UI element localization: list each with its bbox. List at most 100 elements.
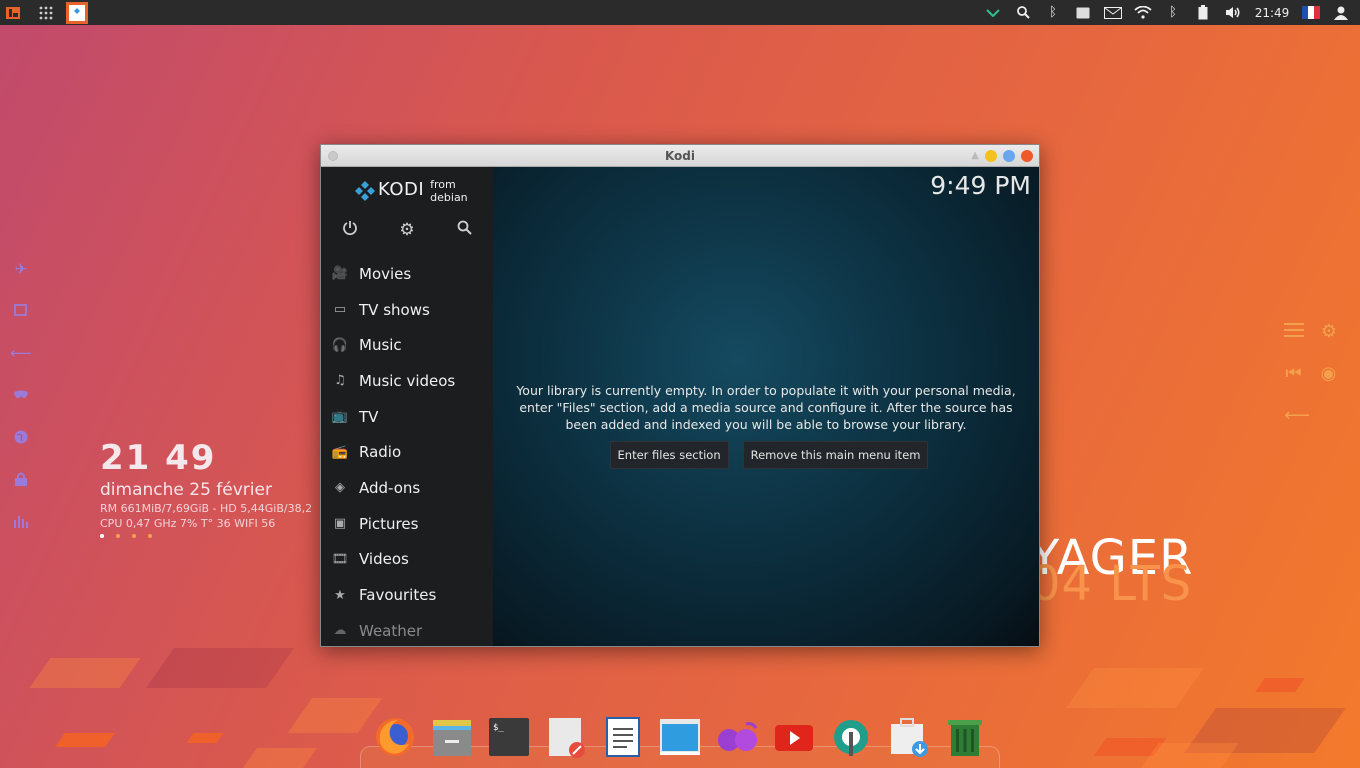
addons-icon: ◈ [335, 480, 345, 496]
widget-ram-disk: RM 661MiB/7,69GiB - HD 5,44GiB/38,2 [100, 502, 313, 515]
stats-icon[interactable] [10, 500, 32, 542]
bluetooth-icon[interactable]: ᛒ [1038, 0, 1068, 25]
grid-apps-icon[interactable] [33, 0, 58, 25]
settings-gear-icon[interactable]: ⚙ [378, 220, 435, 240]
battery-icon[interactable] [1188, 0, 1218, 25]
menu-item-weather[interactable]: ☁ Weather [321, 613, 493, 649]
text-editor-icon[interactable] [545, 716, 587, 758]
widget-date: dimanche 25 février [100, 480, 272, 500]
kodi-sidebar: KODI from debian ⚙ 🎥 Movies ▭ TV shows 🎧 Mu… [321, 167, 493, 646]
widget-cpu-wifi: CPU 0,47 GHz 7% T° 36 WIFI 56 [100, 517, 276, 530]
dock: $_ [360, 712, 1000, 768]
desktop-clock-widget: 21 49 dimanche 25 février RM 661MiB/7,69… [100, 438, 312, 538]
chevron-down-icon[interactable] [978, 0, 1008, 25]
favourites-icon: ★ [334, 587, 346, 603]
wifi-icon[interactable] [1128, 0, 1158, 25]
kodi-search-icon[interactable] [436, 220, 493, 240]
globe-icon[interactable] [10, 416, 32, 458]
menu-item-label: Radio [359, 443, 402, 462]
enter-files-button[interactable]: Enter files section [609, 441, 729, 469]
menu-item-movies[interactable]: 🎥 Movies [321, 256, 493, 292]
file-manager-icon[interactable] [431, 716, 473, 758]
airplane-icon[interactable]: ✈ [10, 248, 32, 290]
search-icon[interactable] [1008, 0, 1038, 25]
left-launcher: ✈ ⟵ [10, 248, 32, 542]
tv-icon: 📺 [331, 409, 349, 425]
menu-item-label: TV shows [359, 300, 430, 319]
menu-item-label: Music videos [359, 371, 456, 390]
remove-menu-item-button[interactable]: Remove this main menu item [742, 441, 929, 469]
minimize-button[interactable] [985, 149, 997, 162]
screenshot-icon[interactable] [659, 716, 701, 758]
kodi-logo: KODI from debian [321, 167, 493, 211]
close-button[interactable] [1021, 149, 1033, 162]
settings-icon[interactable] [830, 716, 872, 758]
music-icon: 🎧 [331, 337, 349, 353]
menu-item-music[interactable]: 🎧 Music [321, 327, 493, 363]
right-launcher: ⚙ ⏮ ◉ ⟵ [1284, 310, 1354, 436]
youtube-icon[interactable] [773, 716, 815, 758]
widget-page-dots [100, 534, 312, 538]
menu-item-tv-shows[interactable]: ▭ TV shows [321, 292, 493, 328]
menu-item-favourites[interactable]: ★ Favourites [321, 577, 493, 613]
menu-item-label: Pictures [359, 514, 419, 533]
power-icon[interactable] [321, 220, 378, 241]
skip-back-icon[interactable]: ⏮ [1284, 363, 1303, 384]
tablet-icon[interactable] [1068, 0, 1098, 25]
radio-icon: 📻 [331, 444, 349, 460]
videos-icon: 🎞 [331, 551, 349, 567]
back-arrow-icon[interactable]: ⟵ [1284, 405, 1310, 426]
menu-item-label: Music [359, 336, 402, 355]
keep-above-icon[interactable]: ▲ [971, 150, 979, 161]
panel-clock[interactable]: 21:49 [1248, 6, 1296, 20]
firefox-icon[interactable] [374, 716, 416, 758]
menu-item-label: Add-ons [359, 478, 421, 497]
music-videos-icon: ♫ [334, 373, 346, 389]
top-panel: ᛒ ᛒ 21:49 [0, 0, 1360, 25]
gear-icon[interactable]: ⚙ [1320, 321, 1338, 342]
widget-time: 21 49 [100, 438, 217, 478]
weather-icon: ☁ [333, 623, 347, 639]
lock-icon[interactable] [10, 458, 32, 500]
empty-library-message: Your library is currently empty. In orde… [516, 383, 1016, 432]
movies-icon: 🎥 [331, 266, 349, 282]
mail-icon[interactable] [1098, 0, 1128, 25]
menu-item-pictures[interactable]: ▣ Pictures [321, 506, 493, 542]
kodi-content-area: 9:49 PM Your library is currently empty.… [493, 167, 1039, 646]
user-icon[interactable] [1326, 0, 1356, 25]
eye-icon[interactable]: ◉ [1319, 363, 1338, 384]
kodi-logo-name: KODI [378, 178, 425, 200]
menu-lines-icon[interactable] [1284, 321, 1304, 342]
maximize-button[interactable] [1003, 149, 1015, 162]
menu-item-label: TV [359, 407, 379, 426]
window-icon[interactable] [10, 290, 32, 332]
window-titlebar[interactable]: Kodi ▲ [321, 145, 1039, 167]
menu-item-radio[interactable]: 📻 Radio [321, 434, 493, 470]
volume-icon[interactable] [1218, 0, 1248, 25]
flag-fr-icon[interactable] [1296, 0, 1326, 25]
back-arrow-icon[interactable]: ⟵ [10, 332, 32, 374]
desktop-brand-subtitle: 04 LTS [1030, 556, 1193, 612]
menu-item-addons[interactable]: ◈ Add-ons [321, 470, 493, 506]
app-menu-icon[interactable] [0, 0, 25, 25]
podcast-icon[interactable] [716, 716, 758, 758]
kodi-taskbar-icon[interactable] [66, 1, 88, 24]
window-title: Kodi [664, 148, 696, 163]
menu-item-label: Favourites [359, 586, 437, 605]
menu-item-label: Movies [359, 264, 412, 283]
menu-item-videos[interactable]: 🎞 Videos [321, 542, 493, 578]
menu-item-tv[interactable]: 📺 TV [321, 399, 493, 435]
kodi-window: Kodi ▲ KODI from debian ⚙ 🎥 Movies ▭ TV … [320, 144, 1040, 647]
pictures-icon: ▣ [333, 516, 347, 532]
kodi-logo-sub: from debian [430, 177, 468, 204]
installer-icon[interactable] [887, 716, 929, 758]
trash-icon[interactable] [944, 716, 986, 758]
tv-shows-icon: ▭ [333, 302, 347, 318]
mask-icon[interactable] [10, 374, 32, 416]
menu-item-label: Videos [359, 550, 409, 569]
bluetooth-icon[interactable]: ᛒ [1158, 0, 1188, 25]
kodi-toolbar: ⚙ [321, 211, 493, 249]
writer-icon[interactable] [602, 716, 644, 758]
menu-item-music-videos[interactable]: ♫ Music videos [321, 363, 493, 399]
terminal-icon[interactable]: $_ [488, 716, 530, 758]
